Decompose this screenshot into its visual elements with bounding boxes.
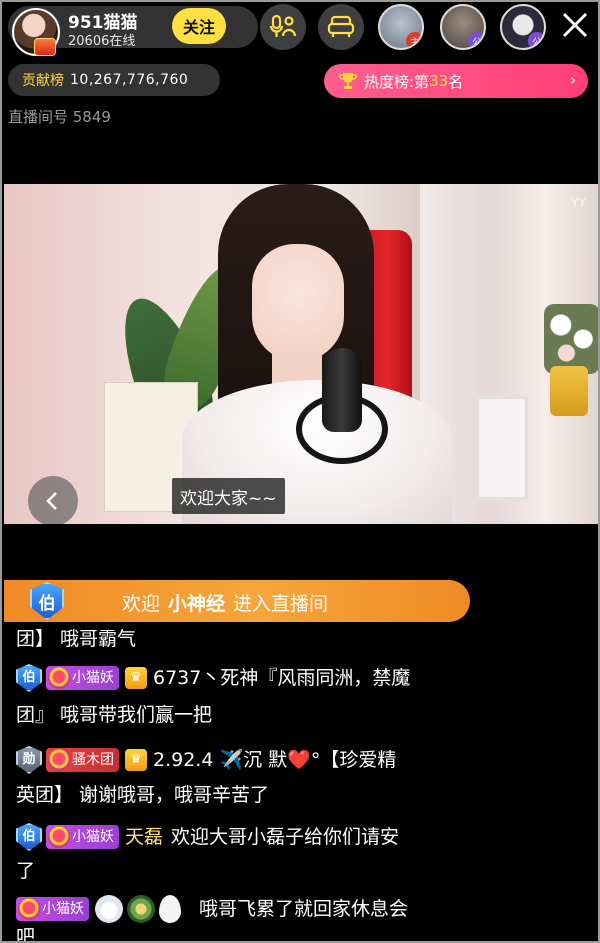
chat-line: 英团】 谢谢哦哥，哦哥辛苦了 bbox=[16, 780, 269, 810]
chevron-left-icon bbox=[46, 492, 57, 510]
chat-text: 欢迎大哥小磊子给你们请安 bbox=[171, 826, 400, 848]
host-level-badge bbox=[34, 38, 56, 56]
trophy-icon bbox=[339, 73, 357, 89]
sofa-icon bbox=[327, 15, 355, 37]
chat-text: 2.92.4 ✈️沉 默❤️°【珍爱精 bbox=[153, 749, 397, 771]
chat-line: 伯 小猫妖 ♛ 6737丶死神『风雨同洲，禁魔 bbox=[16, 663, 410, 693]
previous-room-button[interactable] bbox=[28, 476, 78, 524]
rank-suffix: 名 bbox=[448, 72, 464, 91]
noble-rank-badge: 伯 bbox=[30, 582, 64, 620]
contribution-label: 贡献榜 bbox=[22, 73, 64, 89]
chat-username[interactable]: 天磊 bbox=[125, 822, 163, 852]
viewer-badge-2: 公 bbox=[468, 32, 484, 48]
chat-text: 团】 哦哥霸气 bbox=[16, 628, 137, 650]
chat-text: 吧 bbox=[16, 926, 36, 943]
welcome-banner: 伯 欢迎 小神经 进入直播间 bbox=[4, 580, 470, 622]
live-room-screen: 951猫猫 20606在线 关注 主 公 公 贡献榜 10,267,776,76… bbox=[0, 0, 600, 943]
rank-number: 33 bbox=[429, 72, 449, 90]
chat-line: 团』 哦哥带我们赢一把 bbox=[16, 700, 212, 730]
vip-crown-icon: ♛ bbox=[125, 749, 147, 771]
rice-bowl-icon bbox=[95, 895, 123, 923]
chevron-right-icon: › bbox=[570, 71, 576, 89]
viewer-badge-3: 公 bbox=[528, 32, 544, 48]
close-icon bbox=[562, 12, 588, 38]
flowers bbox=[544, 304, 598, 374]
fan-heart-icon bbox=[48, 826, 70, 848]
rank-prefix: 热度榜:第 bbox=[364, 72, 430, 91]
chat-line: 了 bbox=[16, 856, 35, 886]
picture-frame bbox=[476, 396, 528, 500]
chat-text: 哦哥飞累了就回家休息会 bbox=[199, 898, 409, 920]
vip-crown-icon: ♛ bbox=[125, 667, 147, 689]
viewer-avatar-1[interactable]: 主 bbox=[378, 4, 424, 50]
fan-club-badge: 小猫妖 bbox=[46, 825, 119, 849]
chat-text: 团』 哦哥带我们赢一把 bbox=[16, 704, 213, 726]
chat-text: 6737丶死神『风雨同洲，禁魔 bbox=[153, 667, 411, 689]
chat-text: 英团】 谢谢哦哥，哦哥辛苦了 bbox=[16, 784, 270, 806]
fan-club-badge: 小猫妖 bbox=[46, 666, 119, 690]
egg-icon bbox=[159, 895, 181, 923]
welcome-suffix: 进入直播间 bbox=[233, 593, 329, 615]
welcome-user: 小神经 bbox=[168, 593, 226, 615]
follow-button[interactable]: 关注 bbox=[172, 8, 226, 44]
close-button[interactable] bbox=[558, 8, 592, 42]
viewer-avatar-2[interactable]: 公 bbox=[440, 4, 486, 50]
video-stream[interactable]: YY 欢迎大家~~ bbox=[4, 184, 598, 524]
welcome-text: 欢迎 小神经 进入直播间 bbox=[122, 589, 328, 616]
noble-badge: 伯 bbox=[16, 823, 42, 851]
fan-club-name: 小猫妖 bbox=[72, 670, 114, 686]
chat-line: 吧 bbox=[16, 922, 36, 943]
link-mic-button[interactable] bbox=[260, 4, 306, 50]
fan-club-badge: 骚木团 bbox=[46, 748, 119, 772]
room-id: 直播间号 5849 bbox=[8, 108, 111, 126]
popularity-rank-button[interactable]: 热度榜:第 33 名 › bbox=[324, 64, 588, 98]
fan-club-name: 小猫妖 bbox=[72, 829, 114, 845]
seat-button[interactable] bbox=[318, 4, 364, 50]
streamer-face bbox=[252, 244, 344, 362]
chat-line: 团】 哦哥霸气 bbox=[16, 624, 136, 654]
mic-user-icon bbox=[269, 14, 297, 37]
fan-heart-icon bbox=[48, 749, 70, 771]
fan-club-name: 小猫妖 bbox=[42, 901, 84, 917]
noble-badge: 勋 bbox=[16, 746, 42, 774]
chat-line: 伯 小猫妖 天磊 欢迎大哥小磊子给你们请安 bbox=[16, 822, 399, 852]
fan-heart-icon bbox=[18, 898, 40, 920]
fan-heart-icon bbox=[48, 667, 70, 689]
contribution-ranking[interactable]: 贡献榜 10,267,776,760 bbox=[8, 64, 220, 96]
microphone bbox=[322, 348, 362, 432]
chat-text: 了 bbox=[16, 860, 36, 882]
video-subtitle: 欢迎大家~~ bbox=[172, 478, 285, 514]
viewer-avatar-3[interactable]: 公 bbox=[500, 4, 546, 50]
fan-club-badge: 小猫妖 bbox=[16, 897, 89, 921]
contribution-value: 10,267,776,760 bbox=[70, 72, 189, 88]
welcome-prefix: 欢迎 bbox=[122, 593, 161, 615]
platform-watermark: YY bbox=[571, 196, 586, 210]
chat-line: 小猫妖 哦哥飞累了就回家休息会 bbox=[16, 894, 408, 924]
salad-icon bbox=[127, 895, 155, 923]
chat-line: 勋 骚木团 ♛ 2.92.4 ✈️沉 默❤️°【珍爱精 bbox=[16, 745, 396, 775]
vase bbox=[550, 366, 588, 416]
noble-badge: 伯 bbox=[16, 664, 42, 692]
viewer-badge-1: 主 bbox=[406, 32, 422, 48]
viewer-count: 20606在线 bbox=[68, 34, 136, 49]
fan-club-name: 骚木团 bbox=[72, 752, 114, 768]
